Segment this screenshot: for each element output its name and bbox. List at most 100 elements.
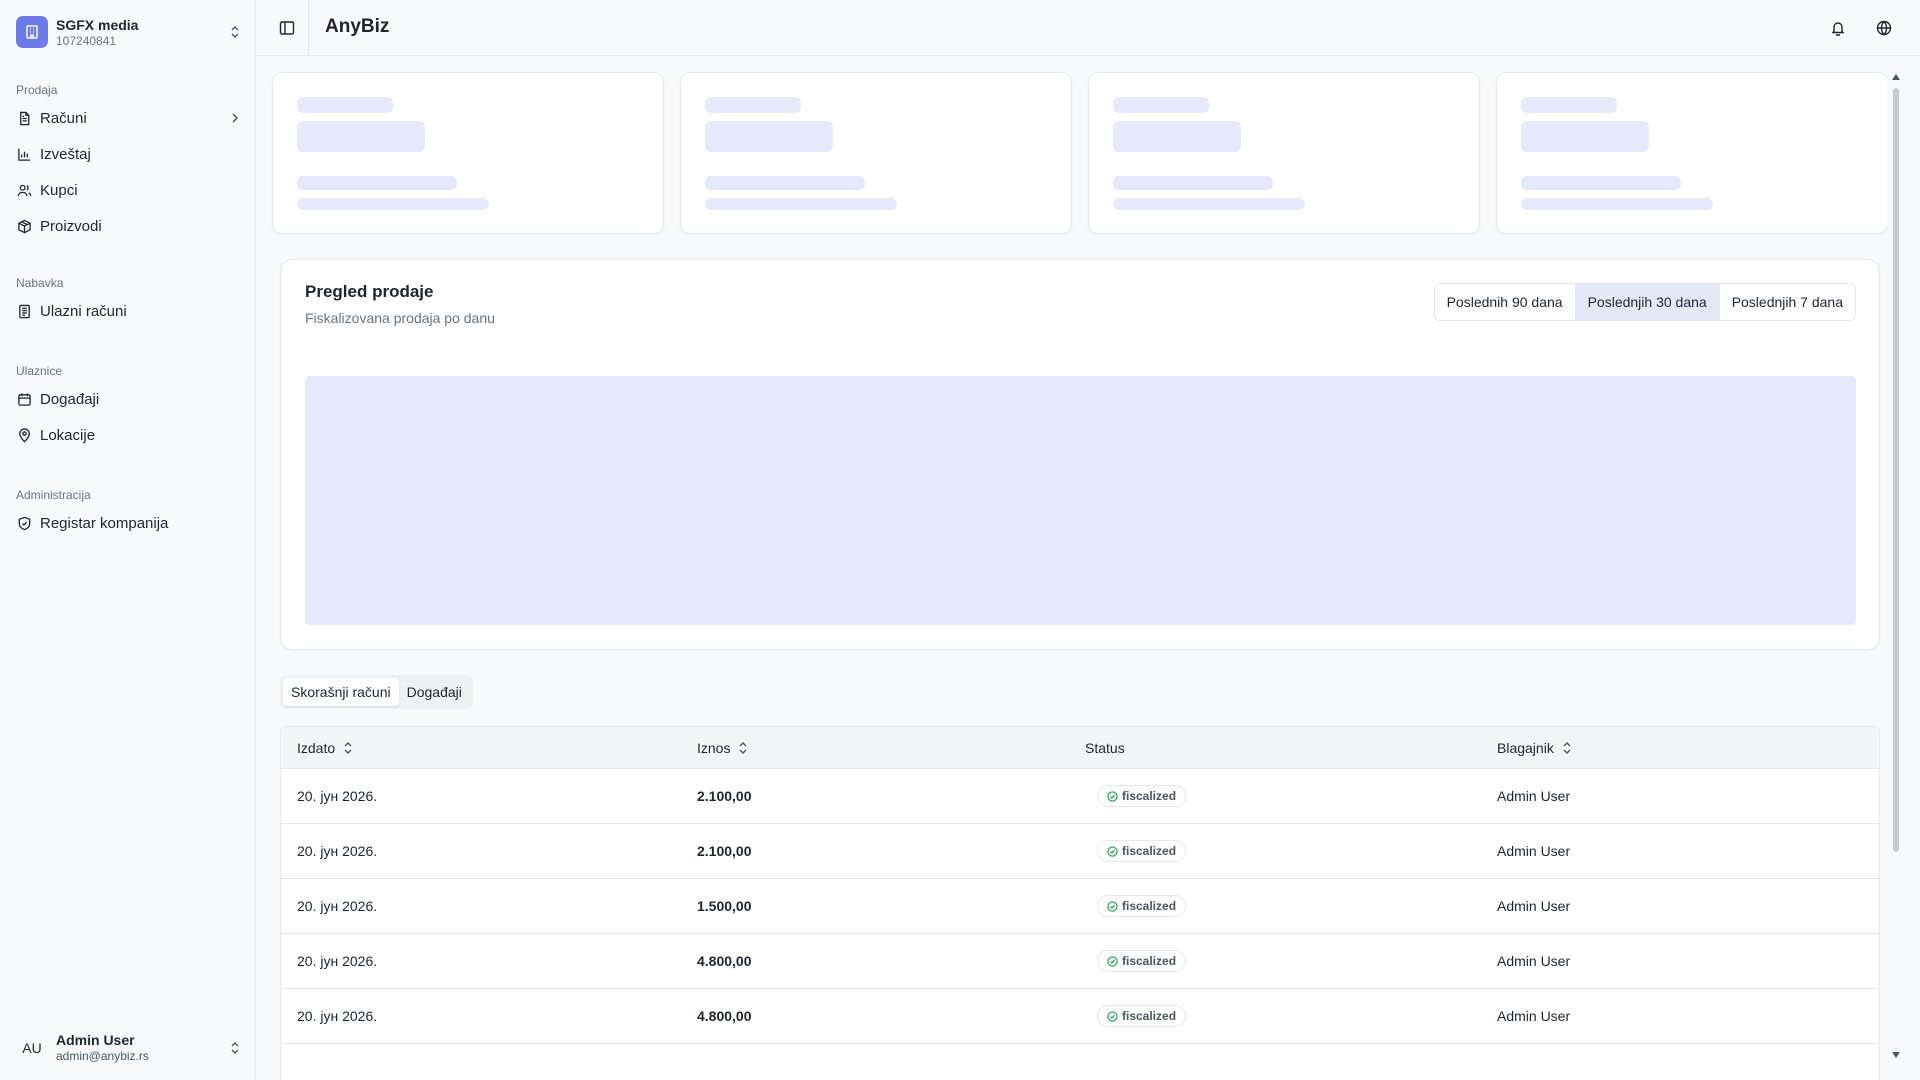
scroll-up-arrow-icon[interactable] — [1891, 72, 1901, 82]
cashier: Admin User — [1497, 1008, 1571, 1024]
amount: 2.100,00 — [697, 843, 752, 859]
company-switcher[interactable]: SGFX media 107240841 — [16, 14, 242, 50]
company-name: SGFX media — [56, 17, 139, 33]
sidebar-item-ulazni-racuni[interactable]: Ulazni računi — [16, 293, 242, 329]
sidebar-item-label: Izveštaj — [40, 145, 91, 163]
sort-icon[interactable] — [343, 741, 355, 755]
top-header: AnyBiz — [257, 0, 1920, 56]
sidebar-item-dogadjaji[interactable]: Događaji — [16, 381, 242, 417]
notifications-button[interactable] — [1827, 17, 1849, 39]
recent-invoices-table: Izdato Iznos Status Blagajnik 20. јун 20… — [280, 726, 1880, 1080]
issued-date: 20. јун 2026. — [297, 953, 378, 969]
table-row[interactable]: 20. јун 2026. 1.500,00 fiscalized Admin … — [281, 878, 1879, 933]
main-content: Pregled prodaje Fiskalizovana prodaja po… — [257, 57, 1887, 1080]
sidebar-toggle-button[interactable] — [277, 18, 297, 38]
issued-date: 20. јун 2026. — [297, 843, 378, 859]
issued-date: 20. јун 2026. — [297, 898, 378, 914]
column-label: Izdato — [297, 739, 336, 756]
column-header-cashier: Blagajnik — [1481, 740, 1879, 756]
column-label: Status — [1085, 739, 1125, 756]
sidebar-item-izvestaj[interactable]: Izveštaj — [16, 136, 242, 172]
amount: 4.800,00 — [697, 953, 752, 969]
table-row[interactable]: 20. јун 2026. 4.800,00 fiscalized Admin … — [281, 988, 1879, 1043]
calendar-icon — [16, 391, 32, 407]
tab-recent-invoices[interactable]: Skorašnji računi — [283, 678, 399, 706]
status-badge: fiscalized — [1097, 895, 1187, 917]
sales-title: Pregled prodaje — [305, 282, 434, 301]
status-text: fiscalized — [1122, 789, 1177, 803]
vertical-scrollbar[interactable] — [1890, 72, 1902, 1062]
nav-heading: Administracija — [16, 488, 91, 502]
tab-events[interactable]: Događaji — [399, 678, 470, 706]
sort-icon[interactable] — [738, 741, 750, 755]
sidebar-item-lokacije[interactable]: Lokacije — [16, 417, 242, 453]
sidebar-item-label: Registar kompanija — [40, 514, 169, 532]
scrollbar-thumb[interactable] — [1893, 88, 1899, 852]
column-header-amount: Iznos — [681, 740, 1069, 756]
shield-icon — [16, 515, 32, 531]
table-row[interactable]: 20. јун 2026. 2.100,00 fiscalized Admin … — [281, 768, 1879, 823]
scroll-down-arrow-icon[interactable] — [1891, 1050, 1901, 1060]
column-header-status: Status — [1069, 740, 1481, 756]
status-text: fiscalized — [1122, 954, 1177, 968]
column-label: Blagajnik — [1497, 739, 1554, 756]
sort-icon[interactable] — [1562, 741, 1574, 755]
status-badge: fiscalized — [1097, 785, 1187, 807]
range-90-days-button[interactable]: Poslednih 90 dana — [1434, 284, 1575, 320]
table-row-partial[interactable] — [281, 1043, 1879, 1080]
cashier: Admin User — [1497, 953, 1571, 969]
cashier: Admin User — [1497, 788, 1571, 804]
sidebar-item-kupci[interactable]: Kupci — [16, 172, 242, 208]
range-30-days-button[interactable]: Poslednjih 30 dana — [1574, 284, 1719, 320]
check-circle-icon — [1107, 900, 1118, 912]
status-badge: fiscalized — [1097, 840, 1187, 862]
column-label: Iznos — [697, 739, 731, 756]
amount: 4.800,00 — [697, 1008, 752, 1024]
skeleton-line — [1521, 198, 1713, 210]
company-id: 107240841 — [56, 34, 117, 48]
tab-list: Skorašnji računi Događaji — [280, 675, 473, 709]
nav-group-ulaznice: Ulaznice Događaji Lokacije — [16, 361, 242, 453]
sidebar-item-registar-kompanija[interactable]: Registar kompanija — [16, 505, 242, 541]
user-name: Admin User — [56, 1032, 135, 1048]
nav-group-nabavka: Nabavka Ulazni računi — [16, 273, 242, 329]
skeleton-value — [1113, 121, 1241, 152]
stat-card-loading — [272, 72, 664, 234]
bell-icon — [1831, 22, 1845, 36]
check-circle-icon — [1107, 790, 1118, 802]
panel-left-icon — [279, 21, 295, 35]
check-circle-icon — [1107, 1010, 1118, 1022]
table-row[interactable]: 20. јун 2026. 2.100,00 fiscalized Admin … — [281, 823, 1879, 878]
amount: 2.100,00 — [697, 788, 752, 804]
nav-heading: Prodaja — [16, 83, 58, 97]
file-text-icon — [16, 110, 32, 126]
skeleton-line — [705, 198, 897, 210]
stat-card-loading — [680, 72, 1072, 234]
chevrons-up-down-icon — [228, 25, 242, 39]
avatar: AU — [22, 1040, 42, 1056]
user-menu[interactable]: AU Admin User admin@anybiz.rs — [16, 1030, 242, 1066]
table-row[interactable]: 20. јун 2026. 4.800,00 fiscalized Admin … — [281, 933, 1879, 988]
language-button[interactable] — [1873, 17, 1895, 39]
sales-overview-card: Pregled prodaje Fiskalizovana prodaja po… — [280, 259, 1880, 650]
sidebar-item-racuni[interactable]: Računi — [16, 100, 242, 136]
chevrons-up-down-icon — [228, 1041, 242, 1055]
skeleton-line — [705, 97, 801, 113]
range-7-days-button[interactable]: Poslednjih 7 dana — [1718, 284, 1855, 320]
skeleton-value — [705, 121, 833, 152]
sidebar-item-proizvodi[interactable]: Proizvodi — [16, 208, 242, 244]
nav-heading: Ulaznice — [16, 364, 63, 378]
status-text: fiscalized — [1122, 899, 1177, 913]
skeleton-line — [1113, 198, 1305, 210]
skeleton-value — [297, 121, 425, 152]
chevron-right-icon — [228, 111, 242, 125]
package-icon — [16, 218, 32, 234]
map-pin-icon — [16, 427, 32, 443]
sidebar-item-label: Lokacije — [40, 426, 96, 444]
building-icon — [16, 16, 48, 48]
sidebar: SGFX media 107240841 Prodaja Računi Izve… — [0, 0, 256, 1080]
receipt-icon — [16, 303, 32, 319]
check-circle-icon — [1107, 845, 1118, 857]
bar-chart-icon — [16, 146, 32, 162]
status-badge: fiscalized — [1097, 1005, 1187, 1027]
